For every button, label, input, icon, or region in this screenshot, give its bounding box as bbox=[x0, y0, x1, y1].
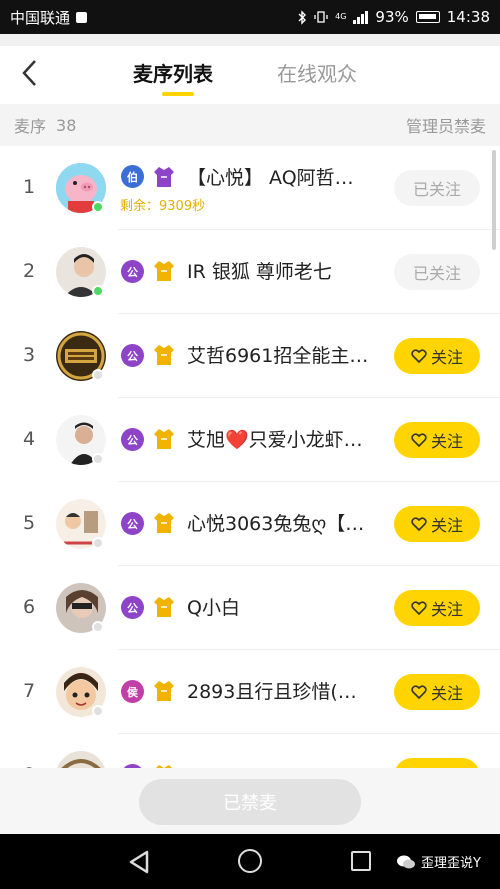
network-type: 4G bbox=[335, 12, 347, 21]
online-status-dot bbox=[92, 453, 104, 465]
nickname: 艾哲6961招全能主… bbox=[187, 345, 369, 367]
queue-rank: 7 bbox=[22, 680, 36, 702]
scrollbar[interactable] bbox=[492, 150, 496, 250]
follow-label: 关注 bbox=[430, 432, 463, 451]
followed-button[interactable]: 已关注 bbox=[394, 170, 480, 206]
nickname: 2893且行且珍惜(… bbox=[187, 681, 357, 703]
level-badge: 公 bbox=[121, 260, 144, 283]
queue-count: 38 bbox=[56, 115, 77, 135]
online-status-dot bbox=[92, 705, 104, 717]
follow-button[interactable]: 关注 bbox=[394, 590, 480, 626]
follow-label: 已关注 bbox=[412, 180, 461, 199]
remaining-time: 剩余：9309秒 bbox=[120, 199, 206, 214]
carrier-name: 中国联通 bbox=[10, 8, 71, 27]
queue-list[interactable]: 1 伯 【心悦】 AQ阿哲… 剩余：9309秒 已关注 2 公 IR 银狐 尊师… bbox=[0, 146, 500, 768]
follow-label: 关注 bbox=[430, 348, 463, 367]
vibrate-icon bbox=[314, 11, 328, 23]
wechat-icon bbox=[397, 855, 415, 868]
status-right: 4G 93% 14:38 bbox=[297, 8, 490, 26]
list-item[interactable]: 8 公 关注 bbox=[0, 734, 500, 768]
top-gap bbox=[0, 34, 500, 46]
tab-queue[interactable]: 麦序列表 bbox=[133, 58, 213, 87]
nickname: IR 银狐 尊师老七 bbox=[187, 261, 332, 283]
follow-button[interactable]: 关注 bbox=[394, 506, 480, 542]
vip-shirt-icon bbox=[154, 167, 174, 187]
followed-button[interactable]: 已关注 bbox=[394, 254, 480, 290]
follow-label: 关注 bbox=[430, 684, 463, 703]
nickname: Q小白 bbox=[187, 597, 240, 619]
list-item[interactable]: 7 侯 2893且行且珍惜(… 关注 bbox=[0, 650, 500, 734]
level-badge: 公 bbox=[121, 344, 144, 367]
system-nav-bar: 歪理歪说Y bbox=[0, 834, 500, 889]
nav-recents-icon[interactable] bbox=[351, 851, 371, 871]
queue-rank: 6 bbox=[22, 596, 36, 618]
follow-label: 关注 bbox=[430, 600, 463, 619]
clock: 14:38 bbox=[446, 8, 490, 26]
queue-rank: 5 bbox=[22, 512, 36, 534]
vip-shirt-icon bbox=[154, 261, 174, 281]
follow-button[interactable]: 关注 bbox=[394, 674, 480, 710]
queue-rank: 2 bbox=[22, 260, 36, 282]
watermark: 歪理歪说Y bbox=[396, 852, 481, 871]
admin-ban-link[interactable]: 管理员禁麦 bbox=[406, 113, 486, 137]
vip-shirt-icon bbox=[154, 345, 174, 365]
level-badge: 公 bbox=[121, 596, 144, 619]
nav-home-icon[interactable] bbox=[238, 849, 262, 873]
battery-percent: 93% bbox=[375, 8, 409, 26]
level-badge: 侯 bbox=[121, 680, 144, 703]
mic-banned-button[interactable]: 已禁麦 bbox=[139, 779, 361, 825]
carrier-group: 中国联通 bbox=[10, 7, 88, 28]
battery-icon bbox=[415, 11, 440, 23]
tab-audience[interactable]: 在线观众 bbox=[277, 58, 357, 87]
online-status-dot bbox=[92, 621, 104, 633]
online-status-dot bbox=[92, 285, 104, 297]
bluetooth-icon bbox=[298, 9, 307, 25]
level-badge: 公 bbox=[121, 428, 144, 451]
list-item[interactable]: 5 公 心悦3063兔兔ღ【… 关注 bbox=[0, 482, 500, 566]
follow-label: 关注 bbox=[430, 516, 463, 535]
list-item[interactable]: 3 公 艾哲6961招全能主… 关注 bbox=[0, 314, 500, 398]
follow-button[interactable]: 关注 bbox=[394, 422, 480, 458]
active-tab-indicator bbox=[162, 92, 194, 96]
online-status-dot bbox=[92, 537, 104, 549]
follow-button[interactable]: 关注 bbox=[394, 338, 480, 374]
follow-label: 已关注 bbox=[412, 264, 461, 283]
watermark-text: 歪理歪说Y bbox=[421, 856, 481, 871]
notification-icon bbox=[76, 11, 88, 23]
bottom-bar: 已禁麦 bbox=[0, 768, 500, 834]
vip-shirt-icon bbox=[154, 513, 174, 533]
nav-back-icon[interactable] bbox=[128, 850, 150, 874]
heart-plus-icon bbox=[411, 601, 427, 615]
heart-plus-icon bbox=[411, 517, 427, 531]
level-badge: 公 bbox=[121, 512, 144, 535]
level-badge: 伯 bbox=[121, 165, 144, 188]
queue-rank: 4 bbox=[22, 428, 36, 450]
list-item[interactable]: 6 公 Q小白 关注 bbox=[0, 566, 500, 650]
heart-plus-icon bbox=[411, 685, 427, 699]
chevron-left-icon[interactable] bbox=[20, 58, 40, 88]
list-item[interactable]: 4 公 艾旭❤️只爱小龙虾… 关注 bbox=[0, 398, 500, 482]
follow-button[interactable]: 关注 bbox=[394, 758, 480, 768]
nickname: 心悦3063兔兔ღ【… bbox=[187, 513, 365, 535]
queue-label: 麦序 bbox=[14, 117, 47, 136]
vip-shirt-icon bbox=[154, 597, 174, 617]
vip-shirt-icon bbox=[154, 429, 174, 449]
nickname: 【心悦】 AQ阿哲… bbox=[187, 167, 354, 189]
header: 麦序列表 在线观众 bbox=[0, 46, 500, 104]
heart-plus-icon bbox=[411, 349, 427, 363]
online-status-dot bbox=[92, 201, 104, 213]
avatar[interactable] bbox=[56, 751, 106, 768]
list-item[interactable]: 1 伯 【心悦】 AQ阿哲… 剩余：9309秒 已关注 bbox=[0, 146, 500, 230]
queue-rank: 1 bbox=[22, 176, 36, 198]
online-status-dot bbox=[92, 369, 104, 381]
vip-shirt-icon bbox=[154, 681, 174, 701]
signal-icon bbox=[353, 10, 369, 24]
heart-plus-icon bbox=[411, 433, 427, 447]
status-bar: 中国联通 4G 93% 14:38 bbox=[0, 0, 500, 34]
queue-subheader: 麦序 38 管理员禁麦 bbox=[0, 104, 500, 146]
nickname: 艾旭❤️只爱小龙虾… bbox=[187, 429, 363, 451]
queue-rank: 3 bbox=[22, 344, 36, 366]
list-item[interactable]: 2 公 IR 银狐 尊师老七 已关注 bbox=[0, 230, 500, 314]
